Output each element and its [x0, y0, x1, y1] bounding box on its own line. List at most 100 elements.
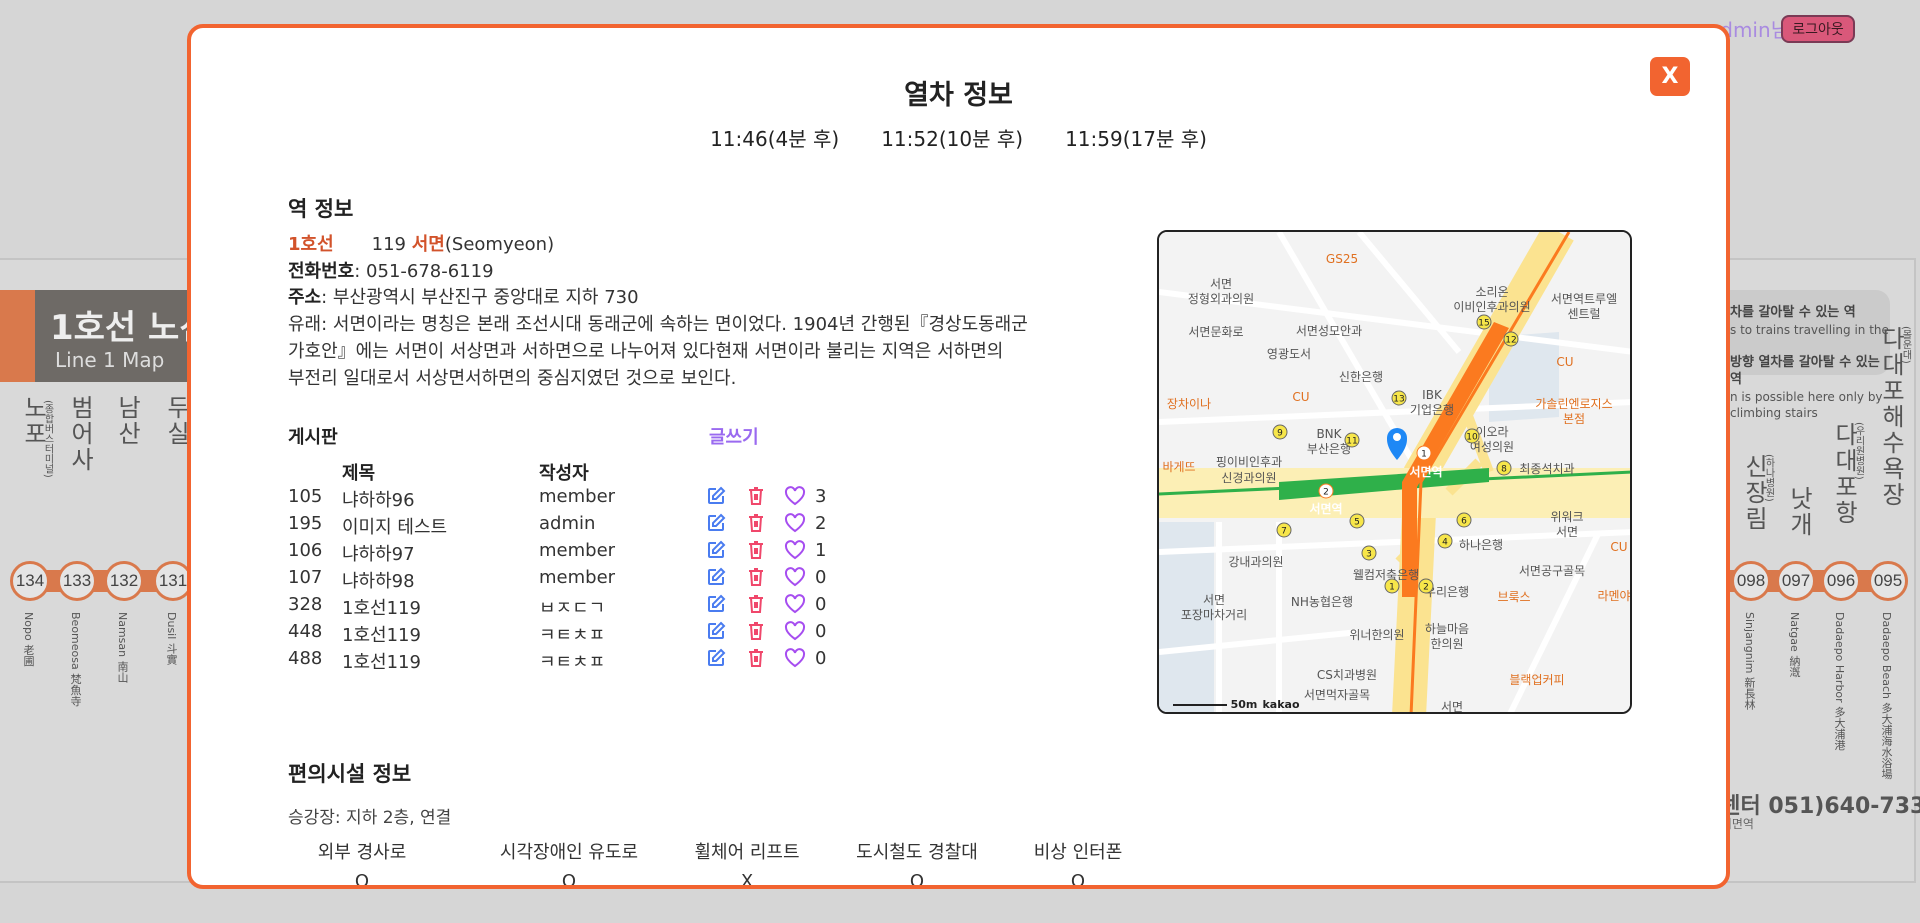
station-name-en: Nopo 老圃	[22, 612, 35, 667]
exit-number: 10	[1466, 433, 1478, 443]
heart-icon[interactable]	[784, 648, 806, 668]
post-title[interactable]: 냐하하98	[342, 567, 415, 593]
station-name-en: Dusil 斗實	[165, 612, 178, 665]
post-title[interactable]: 1호선119	[342, 648, 421, 674]
map-label: 본점	[1563, 412, 1585, 426]
trash-icon[interactable]	[746, 567, 766, 587]
post-title[interactable]: 1호선119	[342, 621, 421, 647]
exit-marker: 11	[1344, 432, 1360, 448]
arrival-times: 11:46(4분 후) 11:52(10분 후) 11:59(17분 후)	[191, 123, 1726, 152]
exit-number: 6	[1461, 517, 1467, 527]
facility-heading: 편의시설 정보	[288, 762, 412, 786]
post-author: admin	[539, 513, 596, 534]
table-row[interactable]: 195 이미지 테스트 admin 2	[288, 513, 888, 540]
post-id: 328	[288, 594, 323, 615]
map-canvas[interactable]: GS25서면정형외과의원서면문화로 서면성모안과영광도서신한은행소리온이비인후과의…	[1159, 232, 1632, 714]
map-label: 한의원	[1430, 637, 1463, 651]
exit-marker: 5	[1349, 513, 1365, 529]
post-title[interactable]: 냐하하96	[342, 486, 415, 512]
heart-icon[interactable]	[784, 567, 806, 587]
table-row[interactable]: 105 냐하하96 member 3	[288, 486, 888, 513]
edit-icon[interactable]	[706, 567, 726, 587]
edit-icon[interactable]	[706, 486, 726, 506]
heart-icon[interactable]	[784, 486, 806, 506]
table-row[interactable]: 106 냐하하97 member 1	[288, 540, 888, 567]
table-row[interactable]: 488 1호선119 ㅋㅌㅊㅍ 0	[288, 648, 888, 675]
legend-text: n is possible here only by climbing stai…	[1730, 390, 1883, 421]
edit-icon[interactable]	[706, 594, 726, 614]
exit-marker: 12	[1503, 331, 1519, 347]
station-name: 남산	[113, 395, 141, 447]
edit-icon[interactable]	[706, 513, 726, 533]
post-title[interactable]: 1호선119	[342, 594, 421, 620]
post-author: member	[539, 567, 616, 588]
station-subname: (몰운대)	[1900, 326, 1911, 364]
exit-number: 1	[1421, 450, 1427, 460]
column-author: 작성자	[539, 463, 589, 484]
trash-icon[interactable]	[746, 486, 766, 506]
map-label: kakao	[1262, 698, 1299, 711]
map-label: 브룩스	[1497, 590, 1530, 604]
trash-icon[interactable]	[746, 513, 766, 533]
origin-text: 유래: 서면이라는 명칭은 본래 조선시대 동래군에 속하는 면이었다. 190…	[288, 314, 1028, 336]
exit-marker: 2	[1418, 578, 1434, 594]
map-label: 위너한의원	[1349, 628, 1404, 642]
table-row[interactable]: 107 냐하하98 member 0	[288, 567, 888, 594]
trash-icon[interactable]	[746, 621, 766, 641]
station-map[interactable]: GS25 서면 정형외과의원 서면문화로 서면성모안과 영광도서 신한은행 소리온 이비인후과의…	[1157, 230, 1632, 714]
facility-value: O	[1070, 871, 1086, 889]
arrival-time: 11:46(4분 후)	[710, 127, 840, 151]
facility-value: O	[354, 871, 370, 889]
map-label: 부산은행	[1307, 441, 1351, 456]
modal-title: 열차 정보	[904, 80, 1013, 111]
exit-marker: 3	[1361, 545, 1377, 561]
table-row[interactable]: 448 1호선119 ㅋㅌㅊㅍ 0	[288, 621, 888, 648]
map-label: 이오라	[1475, 425, 1508, 439]
exit-number: 1	[1389, 583, 1395, 593]
map-label: 50m	[1231, 698, 1258, 711]
like-count: 0	[815, 567, 827, 588]
origin-text: 부전리 일대로서 서상면서하면의 중심지였던 것으로 보인다.	[288, 367, 737, 389]
heart-icon[interactable]	[784, 621, 806, 641]
heart-icon[interactable]	[784, 513, 806, 533]
write-post-link[interactable]: 글쓰기	[709, 423, 759, 449]
heart-icon[interactable]	[784, 540, 806, 560]
map-label: 위워크	[1550, 510, 1583, 524]
line-map-subtitle: Line 1 Map	[55, 348, 165, 372]
line-name: 1호선	[288, 234, 334, 255]
map-label: NH농협은행	[1291, 594, 1353, 609]
facility-label: 시각장애인 유도로	[499, 842, 639, 863]
map-label: BNK	[1316, 427, 1342, 441]
trash-icon[interactable]	[746, 594, 766, 614]
post-title[interactable]: 냐하하97	[342, 540, 415, 566]
heart-icon[interactable]	[784, 594, 806, 614]
station-subname: (하나병원)	[1763, 454, 1774, 502]
table-row[interactable]: 328 1호선119 ㅂㅈㄷㄱ 0	[288, 594, 888, 621]
station-number-badge: 097	[1776, 561, 1816, 601]
exit-marker: 8	[1496, 460, 1512, 476]
map-label: GS25	[1326, 252, 1358, 266]
station-info: 1호선 119 서면(Seomyeon) 전화번호: 051-678-6119 주…	[288, 232, 1028, 392]
station-number-badge: 132	[104, 561, 144, 601]
post-author: ㅋㅌㅊㅍ	[539, 652, 606, 673]
trash-icon[interactable]	[746, 540, 766, 560]
map-label: 서면역	[1309, 501, 1342, 516]
map-label: 서면문화로	[1188, 325, 1243, 339]
post-title[interactable]: 이미지 테스트	[342, 513, 447, 539]
trash-icon[interactable]	[746, 648, 766, 668]
close-button[interactable]: X	[1650, 57, 1690, 96]
station-number-badge: 098	[1731, 561, 1771, 601]
edit-icon[interactable]	[706, 648, 726, 668]
map-label: 서면역트루엘	[1551, 292, 1617, 306]
map-label: 서면	[1441, 700, 1463, 714]
map-label: CU	[1292, 390, 1309, 404]
like-count: 0	[815, 648, 827, 669]
map-label: 하나은행	[1459, 537, 1503, 552]
station-number-badge: 095	[1868, 561, 1908, 601]
address-label: 주소	[288, 287, 322, 309]
map-label: 장차이나	[1167, 397, 1211, 411]
logout-button[interactable]: 로그아웃	[1781, 15, 1855, 43]
edit-icon[interactable]	[706, 621, 726, 641]
exit-number: 11	[1346, 437, 1357, 447]
edit-icon[interactable]	[706, 540, 726, 560]
